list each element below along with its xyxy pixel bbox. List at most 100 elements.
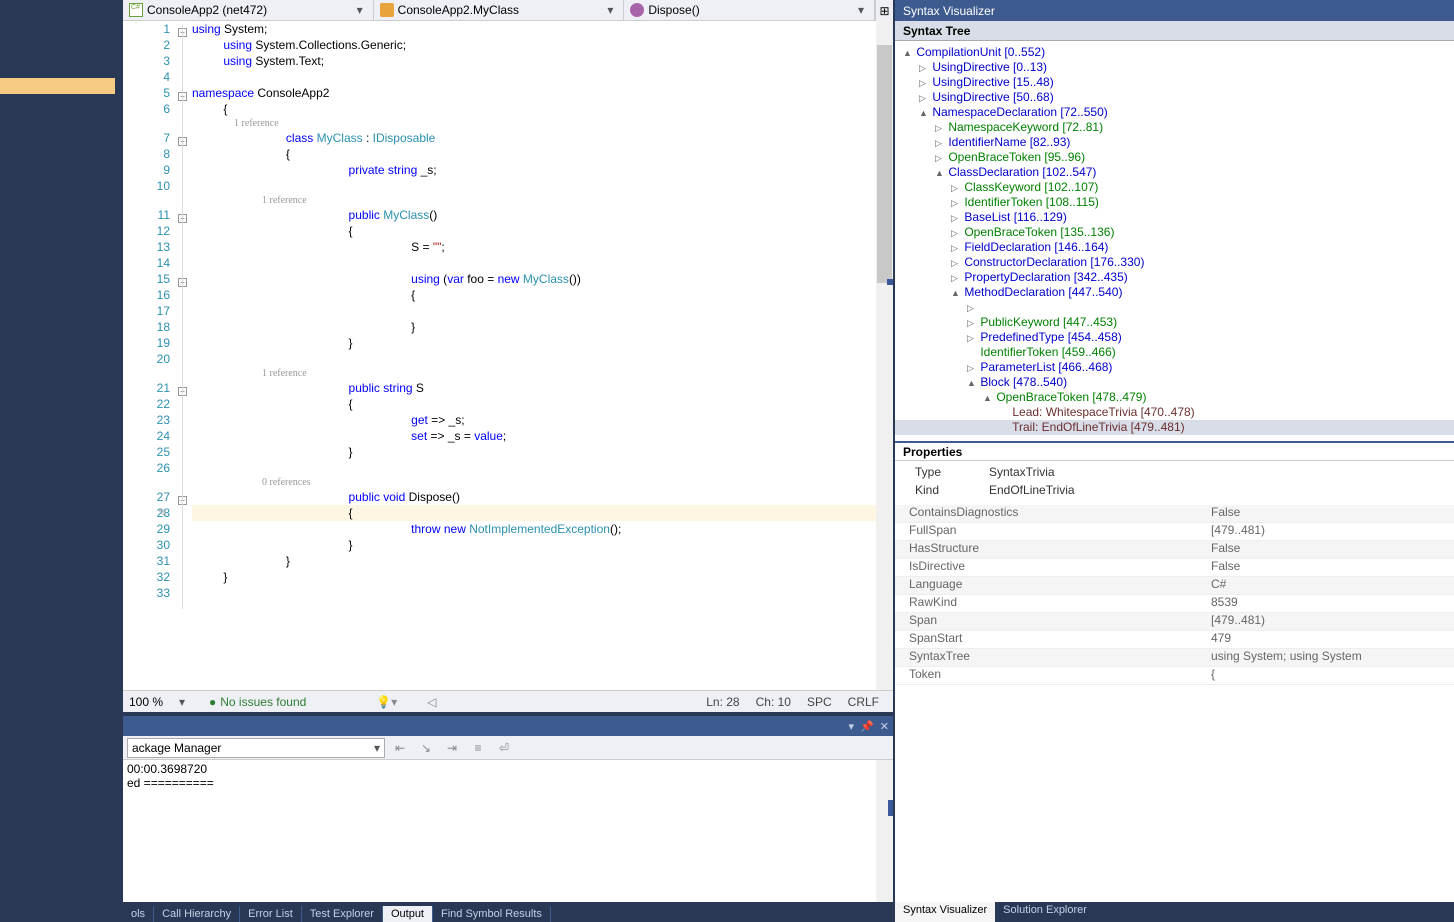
properties-grid[interactable]: ContainsDiagnosticsFalseFullSpan[479..48…	[895, 505, 1454, 902]
split-view-button[interactable]: ⊞	[875, 0, 893, 21]
expand-icon[interactable]: ▷	[919, 61, 929, 76]
code-line[interactable]: {	[192, 101, 893, 117]
output-scrollbar[interactable]	[876, 760, 893, 902]
goto-button[interactable]: ↘	[415, 738, 437, 758]
code-content[interactable]: using System; using System.Collections.G…	[192, 21, 893, 690]
code-line[interactable]: using System.Text;	[192, 53, 893, 69]
code-line[interactable]: using (var foo = new MyClass())	[192, 271, 893, 287]
tree-node[interactable]: ▷ ConstructorDeclaration [176..330)	[895, 255, 1454, 270]
pin-icon[interactable]: 📌	[860, 720, 874, 733]
tree-node[interactable]: ▷ NamespaceKeyword [72..81)	[895, 120, 1454, 135]
expand-icon[interactable]: ▲	[903, 46, 913, 61]
tree-node[interactable]: ▲ MethodDeclaration [447..540)	[895, 285, 1454, 300]
code-line[interactable]: }	[192, 335, 893, 351]
output-content[interactable]: 00:00.3698720 ed ==========	[123, 760, 893, 902]
expand-icon[interactable]: ▷	[967, 301, 977, 316]
right-panel-tab[interactable]: Syntax Visualizer	[895, 902, 995, 922]
code-line[interactable]: using System;	[192, 21, 893, 37]
code-line[interactable]: }	[192, 553, 893, 569]
code-line[interactable]: ✎ {	[192, 505, 893, 521]
expand-icon[interactable]: ▷	[919, 76, 929, 91]
codelens-reference[interactable]: 0 references	[192, 476, 893, 489]
output-source-combo[interactable]: ackage Manager ▾	[127, 738, 385, 758]
code-line[interactable]: }	[192, 444, 893, 460]
tree-node[interactable]: ▷ UsingDirective [0..13)	[895, 60, 1454, 75]
next-button[interactable]: ⇥	[441, 738, 463, 758]
char-indicator[interactable]: Ch: 10	[756, 695, 791, 709]
tree-node[interactable]: ▷ FieldDeclaration [146..164)	[895, 240, 1454, 255]
close-icon[interactable]: ✕	[880, 720, 889, 733]
property-row[interactable]: RawKind8539	[895, 595, 1454, 613]
code-line[interactable]	[192, 351, 893, 367]
property-row[interactable]: SpanStart479	[895, 631, 1454, 649]
tree-node[interactable]: IdentifierToken [459..466)	[895, 345, 1454, 360]
code-line[interactable]: {	[192, 146, 893, 162]
expand-icon[interactable]: ▷	[951, 196, 961, 211]
tree-node[interactable]: ▷ OpenBraceToken [135..136)	[895, 225, 1454, 240]
expand-icon[interactable]: ▷	[951, 226, 961, 241]
code-line[interactable]: }	[192, 569, 893, 585]
property-row[interactable]: Token{	[895, 667, 1454, 685]
expand-icon[interactable]: ▷	[951, 211, 961, 226]
zoom-dropdown-icon[interactable]: ▾	[179, 695, 193, 709]
property-row[interactable]: FullSpan[479..481)	[895, 523, 1454, 541]
code-line[interactable]: private string _s;	[192, 162, 893, 178]
clear-button[interactable]: ≡	[467, 738, 489, 758]
zoom-level[interactable]: 100 %	[129, 695, 179, 709]
fold-column[interactable]: −−−−−−−	[178, 21, 192, 690]
tree-node[interactable]: ▷ ParameterList [466..468)	[895, 360, 1454, 375]
bottom-tab[interactable]: Output	[383, 906, 433, 922]
tree-node[interactable]: ▷ PublicKeyword [447..453)	[895, 315, 1454, 330]
bottom-tab[interactable]: Test Explorer	[302, 906, 383, 922]
tree-node[interactable]: ▲ NamespaceDeclaration [72..550)	[895, 105, 1454, 120]
expand-icon[interactable]: ▷	[935, 151, 945, 166]
expand-icon[interactable]: ▷	[951, 256, 961, 271]
tree-node[interactable]: ▷ BaseList [116..129)	[895, 210, 1454, 225]
codelens-reference[interactable]: 1 reference	[192, 367, 893, 380]
tree-node[interactable]: ▲ CompilationUnit [0..552)	[895, 45, 1454, 60]
vertical-scrollbar[interactable]	[876, 21, 893, 690]
tree-node[interactable]: ▷ PredefinedType [454..458)	[895, 330, 1454, 345]
tree-node[interactable]: ▷ OpenBraceToken [95..96)	[895, 150, 1454, 165]
codelens-reference[interactable]: 1 reference	[192, 117, 893, 130]
syntax-tree[interactable]: ▲ CompilationUnit [0..552)▷ UsingDirecti…	[895, 41, 1454, 441]
tree-node[interactable]: ▷ IdentifierToken [108..115)	[895, 195, 1454, 210]
expand-icon[interactable]: ▲	[983, 391, 993, 406]
expand-icon[interactable]: ▷	[935, 136, 945, 151]
tree-node[interactable]: ▲ OpenBraceToken [478..479)	[895, 390, 1454, 405]
window-position-icon[interactable]: ▾	[849, 720, 855, 733]
code-line[interactable]	[192, 255, 893, 271]
lightbulb-icon[interactable]: 💡▾	[376, 695, 397, 709]
property-row[interactable]: LanguageC#	[895, 577, 1454, 595]
expand-icon[interactable]: ▲	[919, 106, 929, 121]
expand-icon[interactable]: ▷	[935, 121, 945, 136]
expand-icon[interactable]: ▷	[967, 361, 977, 376]
code-line[interactable]: class MyClass : IDisposable	[192, 130, 893, 146]
tree-node[interactable]: ▲ Block [478..540)	[895, 375, 1454, 390]
bottom-tab[interactable]: Call Hierarchy	[154, 906, 240, 922]
code-line[interactable]: get => _s;	[192, 412, 893, 428]
code-line[interactable]: }	[192, 319, 893, 335]
tree-node[interactable]: ▲ ClassDeclaration [102..547)	[895, 165, 1454, 180]
nav-project-dropdown[interactable]: ConsoleApp2 (net472) ▾	[123, 0, 374, 20]
code-line[interactable]: public void Dispose()	[192, 489, 893, 505]
prev-button[interactable]: ⇤	[389, 738, 411, 758]
bottom-tab[interactable]: Error List	[240, 906, 302, 922]
code-line[interactable]: throw new NotImplementedException();	[192, 521, 893, 537]
expand-icon[interactable]: ▷	[919, 91, 929, 106]
code-line[interactable]	[192, 585, 893, 601]
lineending-indicator[interactable]: CRLF	[848, 695, 879, 709]
code-line[interactable]	[192, 178, 893, 194]
expand-icon[interactable]: ▲	[935, 166, 945, 181]
property-row[interactable]: IsDirectiveFalse	[895, 559, 1454, 577]
expand-icon[interactable]: ▲	[951, 286, 961, 301]
code-editor[interactable]: 1234567891011121314151617181920212223242…	[123, 21, 893, 690]
expand-icon[interactable]: ▷	[967, 331, 977, 346]
nav-method-dropdown[interactable]: Dispose() ▾	[624, 0, 875, 20]
code-line[interactable]: {	[192, 287, 893, 303]
code-line[interactable]: using System.Collections.Generic;	[192, 37, 893, 53]
tree-node[interactable]: ▷ UsingDirective [50..68)	[895, 90, 1454, 105]
nav-class-dropdown[interactable]: ConsoleApp2.MyClass ▾	[374, 0, 625, 20]
right-panel-tab[interactable]: Solution Explorer	[995, 902, 1095, 922]
spaces-indicator[interactable]: SPC	[807, 695, 832, 709]
